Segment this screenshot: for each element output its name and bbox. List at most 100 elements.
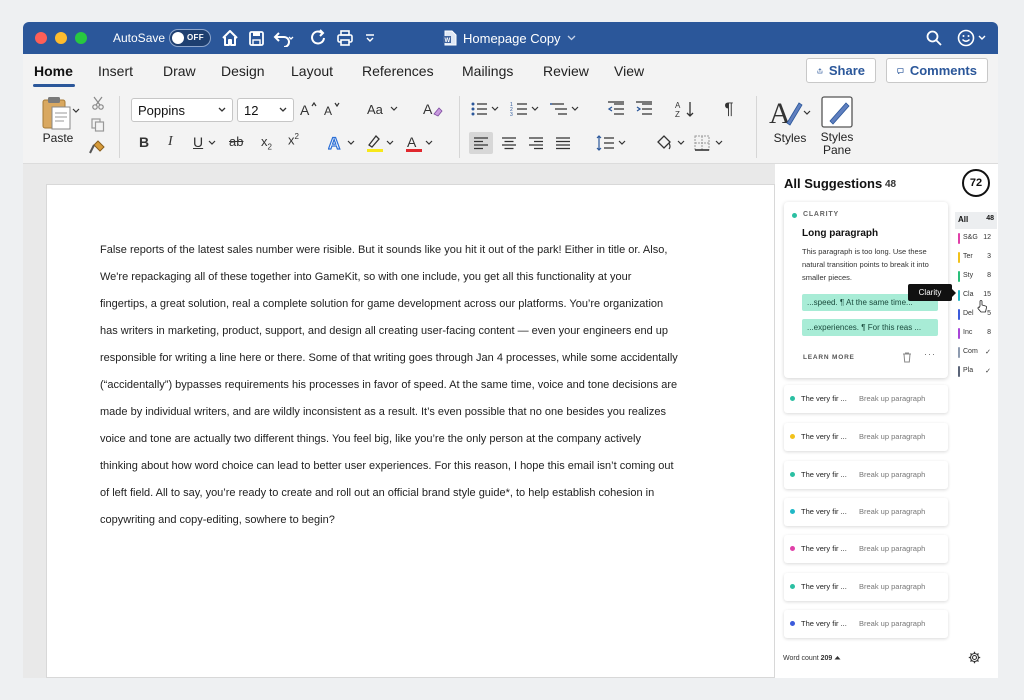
align-right-icon[interactable] bbox=[525, 132, 547, 154]
cut-icon[interactable] bbox=[89, 94, 107, 112]
redo-icon[interactable] bbox=[307, 27, 329, 49]
decrease-indent-icon[interactable] bbox=[605, 98, 627, 120]
document-body[interactable]: False reports of the latest sales number… bbox=[100, 237, 680, 534]
share-label: Share bbox=[828, 63, 865, 78]
suggestion-chip[interactable]: ...experiences. ¶ For this reas ... bbox=[802, 319, 938, 336]
suggestion-row[interactable]: The very fir ... Break up paragraph bbox=[784, 385, 948, 413]
numbering-icon[interactable]: 123 bbox=[509, 98, 543, 120]
highlight-color-icon[interactable] bbox=[364, 132, 398, 154]
minimize-window-button[interactable] bbox=[55, 32, 67, 44]
account-smiley-icon[interactable] bbox=[955, 27, 989, 49]
suggestion-action: Break up paragraph bbox=[859, 582, 926, 591]
increase-indent-icon[interactable] bbox=[633, 98, 655, 120]
bold-button[interactable]: B bbox=[139, 134, 149, 150]
filter-inclusivity[interactable]: Inc 8 bbox=[955, 326, 995, 342]
underline-button[interactable]: U bbox=[193, 134, 203, 150]
align-center-icon[interactable] bbox=[498, 132, 520, 154]
sort-icon[interactable]: AZ bbox=[673, 98, 699, 120]
copy-icon[interactable] bbox=[89, 116, 107, 134]
tab-layout[interactable]: Layout bbox=[291, 63, 333, 79]
suggestions-count: 48 bbox=[885, 179, 897, 190]
learn-more-link[interactable]: LEARN MORE bbox=[803, 354, 855, 361]
tab-home[interactable]: Home bbox=[34, 63, 73, 79]
tab-view[interactable]: View bbox=[614, 63, 644, 79]
styles-gallery-icon[interactable]: A bbox=[767, 94, 811, 130]
svg-text:Z: Z bbox=[675, 110, 680, 118]
score-badge[interactable]: 72 bbox=[962, 169, 990, 197]
suggestion-row[interactable]: The very fir ... Break up paragraph bbox=[784, 423, 948, 451]
word-count[interactable]: Word count 209 bbox=[783, 655, 841, 662]
pilcrow-icon[interactable]: ¶ bbox=[719, 98, 739, 120]
more-options-button[interactable]: ··· bbox=[924, 349, 936, 359]
suggestion-action: Break up paragraph bbox=[859, 470, 926, 479]
customize-toolbar-icon[interactable] bbox=[361, 27, 379, 49]
suggestion-row[interactable]: The very fir ... Break up paragraph bbox=[784, 498, 948, 526]
home-icon[interactable] bbox=[219, 27, 241, 49]
filter-clarity[interactable]: Cla 15 bbox=[955, 288, 995, 304]
filter-spelling-grammar[interactable]: S&G 12 bbox=[955, 231, 995, 247]
search-icon[interactable] bbox=[923, 27, 945, 49]
subscript-button[interactable]: x2 bbox=[261, 134, 272, 152]
italic-button[interactable]: I bbox=[168, 134, 173, 150]
filter-all[interactable]: All 48 bbox=[955, 212, 997, 229]
autosave-toggle[interactable]: OFF bbox=[169, 29, 211, 47]
svg-text:A: A bbox=[300, 102, 310, 117]
comments-button[interactable]: Comments bbox=[886, 58, 988, 83]
change-case-icon[interactable]: Aa bbox=[366, 98, 402, 120]
suggestion-row[interactable]: The very fir ... Break up paragraph bbox=[784, 610, 948, 638]
format-painter-icon[interactable] bbox=[87, 138, 109, 156]
print-icon[interactable] bbox=[334, 27, 356, 49]
tab-draw[interactable]: Draw bbox=[163, 63, 196, 79]
tab-review[interactable]: Review bbox=[543, 63, 589, 79]
document-page[interactable]: False reports of the latest sales number… bbox=[46, 184, 775, 678]
tab-references[interactable]: References bbox=[362, 63, 434, 79]
chevron-down-icon bbox=[279, 107, 287, 112]
undo-icon[interactable] bbox=[271, 27, 295, 49]
clear-formatting-icon[interactable]: A bbox=[421, 98, 445, 120]
zoom-window-button[interactable] bbox=[75, 32, 87, 44]
filter-plagiarism[interactable]: Pla ✓ bbox=[955, 364, 995, 380]
font-name-select[interactable]: Poppins bbox=[131, 98, 233, 122]
share-button[interactable]: Share bbox=[806, 58, 876, 83]
strikethrough-button[interactable]: ab bbox=[229, 134, 243, 149]
underline-options-chevron-icon[interactable] bbox=[207, 138, 217, 148]
save-icon[interactable] bbox=[245, 27, 267, 49]
align-left-icon[interactable] bbox=[469, 132, 493, 154]
filter-compliance[interactable]: Com ✓ bbox=[955, 345, 995, 361]
tab-insert[interactable]: Insert bbox=[98, 63, 133, 79]
font-size-select[interactable]: 12 bbox=[237, 98, 294, 122]
category-dot bbox=[790, 546, 795, 551]
shading-icon[interactable] bbox=[653, 132, 689, 154]
suggestion-row[interactable]: The very fir ... Break up paragraph bbox=[784, 573, 948, 601]
grow-font-icon[interactable]: A bbox=[299, 98, 319, 120]
tab-mailings[interactable]: Mailings bbox=[462, 63, 513, 79]
justify-icon[interactable] bbox=[552, 132, 574, 154]
trash-icon[interactable] bbox=[902, 350, 912, 368]
shrink-font-icon[interactable]: A bbox=[323, 98, 343, 120]
filter-terminology[interactable]: Ter 3 bbox=[955, 250, 995, 266]
document-title-area[interactable]: W Homepage Copy bbox=[443, 28, 576, 48]
bullets-icon[interactable] bbox=[469, 98, 503, 120]
filter-style[interactable]: Sty 8 bbox=[955, 269, 995, 285]
multilevel-list-icon[interactable] bbox=[549, 98, 583, 120]
styles-pane-icon[interactable] bbox=[819, 94, 855, 130]
gear-icon[interactable] bbox=[968, 651, 981, 669]
svg-text:W: W bbox=[445, 38, 451, 44]
filter-delivery[interactable]: Del 5 bbox=[955, 307, 995, 323]
suggestion-row[interactable]: The very fir ... Break up paragraph bbox=[784, 535, 948, 563]
paste-options-chevron-icon[interactable] bbox=[71, 106, 81, 116]
mouse-pointer-hand-icon bbox=[977, 300, 988, 318]
font-color-icon[interactable]: A bbox=[403, 132, 437, 154]
suggestion-action: Break up paragraph bbox=[859, 544, 926, 553]
tab-design[interactable]: Design bbox=[221, 63, 265, 79]
ribbon-separator bbox=[119, 96, 120, 158]
filter-label: Cla bbox=[963, 291, 974, 298]
line-spacing-icon[interactable] bbox=[594, 132, 630, 154]
suggestion-row[interactable]: The very fir ... Break up paragraph bbox=[784, 461, 948, 489]
suggestion-excerpt: The very fir ... bbox=[801, 619, 847, 628]
superscript-button[interactable]: x2 bbox=[288, 132, 299, 147]
close-window-button[interactable] bbox=[35, 32, 47, 44]
text-effects-icon[interactable]: A bbox=[327, 132, 359, 154]
borders-icon[interactable] bbox=[691, 132, 727, 154]
styles-pane-label: Styles Pane bbox=[820, 130, 854, 157]
